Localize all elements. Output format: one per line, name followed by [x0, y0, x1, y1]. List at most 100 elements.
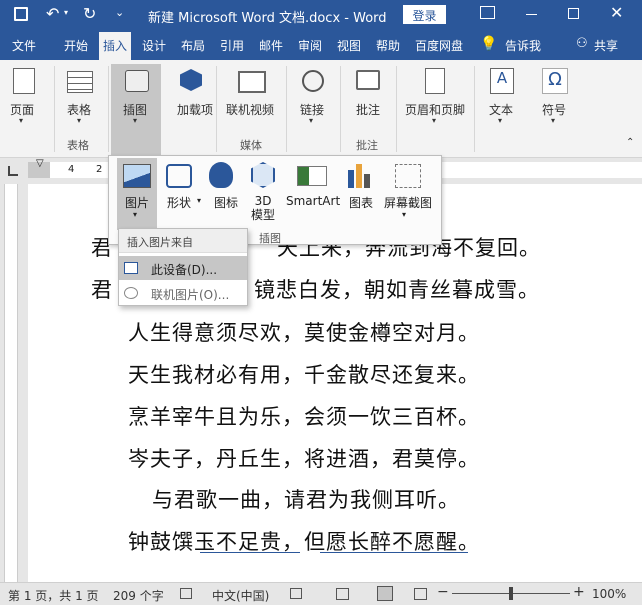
tab-home[interactable]: 开始	[64, 37, 88, 54]
first-line-indent-icon[interactable]: ▽	[36, 158, 44, 169]
language-indicator[interactable]: 中文(中国)	[212, 587, 269, 604]
tab-review[interactable]: 审阅	[298, 37, 322, 54]
link-icon[interactable]	[302, 70, 324, 92]
ruler-tick: 2	[96, 164, 103, 175]
lightbulb-icon: 💡	[480, 36, 498, 52]
video-icon[interactable]	[238, 71, 266, 93]
picture-icon[interactable]	[123, 164, 151, 188]
shapes-dropdown-icon[interactable]: ▾	[197, 196, 201, 205]
share-button[interactable]: 共享	[594, 37, 618, 54]
tab-stop-icon[interactable]	[8, 166, 18, 176]
document-line[interactable]: 与君歌一曲，请君为我侧耳听。	[152, 484, 460, 514]
document-line[interactable]: 岑夫子，丹丘生，将进酒，君莫停。	[128, 443, 480, 473]
tab-mailings[interactable]: 邮件	[259, 37, 283, 54]
chart-icon-bar	[356, 164, 362, 188]
zoom-out-icon[interactable]: −	[437, 584, 449, 600]
document-line[interactable]: 天生我材必有用，千金散尽还复来。	[128, 359, 480, 389]
customize-toolbar-icon[interactable]: ⌄	[115, 6, 124, 19]
omega-icon[interactable]: Ω	[542, 68, 568, 94]
shapes-icon[interactable]	[166, 164, 192, 188]
screenshot-button[interactable]: 屏幕截图	[384, 194, 432, 211]
table-icon[interactable]	[67, 71, 93, 93]
comment-icon[interactable]	[356, 70, 380, 90]
web-layout-icon[interactable]	[414, 588, 427, 600]
maximize-icon[interactable]	[568, 8, 579, 19]
tab-baidu-netdisk[interactable]: 百度网盘	[415, 37, 463, 54]
tab-references[interactable]: 引用	[220, 37, 244, 54]
tab-view[interactable]: 视图	[337, 37, 361, 54]
menu-item-online-pictures-label[interactable]: 联机图片(O)...	[151, 286, 229, 303]
tab-design[interactable]: 设计	[142, 37, 166, 54]
save-icon[interactable]	[14, 7, 28, 21]
picture-button[interactable]: 图片	[125, 194, 149, 211]
separator	[216, 66, 217, 152]
read-mode-icon[interactable]	[336, 588, 349, 600]
word-count[interactable]: 209 个字	[113, 587, 164, 604]
chart-button[interactable]: 图表	[349, 194, 373, 211]
underline-mark	[200, 552, 300, 553]
icons-button[interactable]: 图标	[214, 194, 238, 211]
3d-models-icon[interactable]	[251, 162, 275, 188]
print-layout-icon[interactable]	[377, 586, 393, 601]
pages-icon[interactable]	[13, 68, 35, 94]
addins-button[interactable]: 加载项	[177, 101, 213, 118]
header-footer-icon[interactable]	[425, 68, 445, 94]
text-dropdown-icon[interactable]: ▾	[498, 116, 502, 125]
redo-icon[interactable]: ↻	[83, 4, 96, 23]
separator	[340, 66, 341, 152]
zoom-in-icon[interactable]: +	[573, 584, 585, 600]
online-video-button[interactable]: 联机视频	[226, 101, 274, 118]
textbox-icon[interactable]: A	[490, 68, 514, 94]
close-icon[interactable]: ✕	[610, 3, 623, 22]
chart-icon[interactable]	[348, 170, 354, 188]
insert-picture-menu: 插入图片来自 此设备(D)... 联机图片(O)...	[118, 228, 248, 306]
vertical-ruler[interactable]	[0, 184, 26, 582]
collapse-ribbon-icon[interactable]: ⌃	[626, 137, 634, 148]
separator	[286, 66, 287, 152]
gallery-group-label: 插图	[259, 232, 281, 245]
smartart-icon[interactable]	[297, 166, 327, 186]
ruler-tick: 4	[68, 164, 75, 175]
document-line[interactable]: 君	[91, 274, 113, 304]
tab-layout[interactable]: 布局	[181, 37, 205, 54]
3d-models-button[interactable]: 3D 模型	[251, 194, 275, 222]
minimize-icon[interactable]	[526, 14, 537, 15]
link-dropdown-icon[interactable]: ▾	[309, 116, 313, 125]
table-dropdown-icon[interactable]: ▾	[77, 116, 81, 125]
undo-dropdown-icon[interactable]: ▾	[64, 8, 68, 17]
zoom-slider-handle[interactable]	[509, 587, 513, 600]
document-line[interactable]: 烹羊宰牛且为乐，会须一饮三百杯。	[128, 401, 480, 431]
undo-icon[interactable]: ↶	[46, 4, 59, 23]
separator	[54, 66, 55, 152]
header-footer-dropdown-icon[interactable]: ▾	[432, 116, 436, 125]
zoom-level[interactable]: 100%	[592, 587, 626, 601]
shapes-button[interactable]: 形状	[167, 194, 191, 211]
smartart-button[interactable]: SmartArt	[286, 194, 340, 208]
page-count[interactable]: 第 1 页，共 1 页	[8, 587, 99, 604]
vertical-ruler-track	[4, 184, 18, 582]
tab-help[interactable]: 帮助	[376, 37, 400, 54]
accessibility-icon[interactable]	[290, 588, 302, 599]
symbol-dropdown-icon[interactable]: ▾	[551, 116, 555, 125]
comment-button[interactable]: 批注	[356, 101, 380, 118]
tell-me-search[interactable]: 告诉我	[505, 37, 541, 54]
screenshot-dropdown-icon[interactable]: ▾	[402, 210, 406, 219]
ribbon-display-options-icon[interactable]	[480, 6, 495, 19]
document-line[interactable]: 人生得意须尽欢，莫使金樽空对月。	[128, 317, 480, 347]
globe-icon	[124, 287, 138, 299]
login-button[interactable]: 登录	[403, 5, 446, 24]
shapes-photo-icon[interactable]	[125, 70, 149, 92]
icons-icon[interactable]	[209, 162, 233, 188]
screenshot-icon[interactable]	[395, 164, 421, 188]
picture-dropdown-icon[interactable]: ▾	[133, 210, 137, 219]
illustrations-dropdown-icon[interactable]: ▾	[133, 116, 137, 125]
ribbon-tabs: 文件 开始 插入 设计 布局 引用 邮件 审阅 视图 帮助 百度网盘 💡 告诉我…	[0, 30, 642, 60]
tab-file[interactable]: 文件	[12, 37, 36, 54]
pages-dropdown-icon[interactable]: ▾	[19, 116, 23, 125]
proofing-icon[interactable]	[180, 588, 192, 599]
separator	[108, 66, 109, 152]
document-line[interactable]: 镜悲白发，朝如青丝暮成雪。	[254, 274, 540, 304]
tab-insert[interactable]: 插入	[99, 32, 132, 60]
menu-item-this-device-label[interactable]: 此设备(D)...	[151, 261, 217, 278]
title-bar: ↶ ▾ ↻ ⌄ 新建 Microsoft Word 文档.docx - Word…	[0, 0, 642, 30]
